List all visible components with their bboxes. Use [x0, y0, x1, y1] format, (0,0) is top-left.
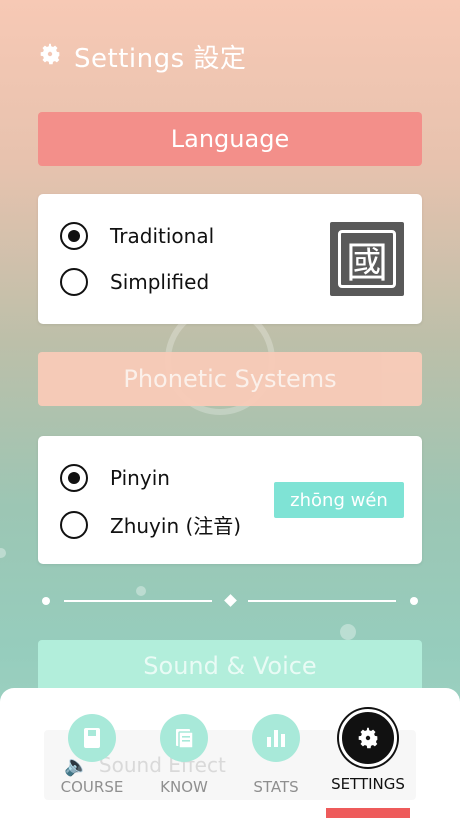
tab-know[interactable]: KNOW	[138, 714, 230, 796]
divider-diamond	[224, 594, 237, 607]
bar-chart-icon	[252, 714, 300, 762]
phonetic-preview: zhōng wén	[274, 482, 404, 518]
background-dot	[340, 624, 356, 640]
background-dot	[0, 548, 6, 558]
radio-selected-dot	[68, 472, 80, 484]
tab-label: COURSE	[60, 778, 124, 796]
page-title: Settings 設定	[74, 43, 247, 74]
section-divider	[40, 590, 420, 612]
book-icon	[68, 714, 116, 762]
tab-label: KNOW	[160, 778, 208, 796]
radio-traditional[interactable]	[60, 222, 88, 250]
radio-selected-dot	[68, 230, 80, 242]
language-card: Traditional Simplified 國	[38, 194, 422, 324]
divider-line	[248, 600, 396, 602]
phonetic-section-header: Phonetic Systems	[38, 352, 422, 406]
option-label: Simplified	[110, 270, 210, 294]
radio-zhuyin[interactable]	[60, 510, 88, 539]
preview-character: 國	[338, 230, 396, 288]
phonetic-card: Pinyin Zhuyin (注音) zhōng wén	[38, 436, 422, 564]
option-label: Traditional	[110, 224, 215, 248]
option-traditional[interactable]: Traditional	[60, 222, 214, 250]
option-zhuyin[interactable]: Zhuyin (注音)	[60, 510, 241, 539]
cards-icon	[160, 714, 208, 762]
tab-label: SETTINGS	[331, 775, 405, 793]
option-label: Pinyin	[110, 466, 170, 490]
option-simplified[interactable]: Simplified	[60, 268, 209, 296]
tab-stats[interactable]: STATS	[230, 714, 322, 796]
active-tab-indicator	[326, 808, 410, 818]
option-label: Zhuyin (注音)	[110, 514, 242, 538]
option-pinyin[interactable]: Pinyin	[60, 464, 170, 492]
tab-label: STATS	[253, 778, 299, 796]
radio-pinyin[interactable]	[60, 464, 88, 492]
tab-course[interactable]: COURSE	[46, 714, 138, 796]
sound-section-header: Sound & Voice	[38, 640, 422, 692]
page-header: Settings 設定	[38, 38, 246, 74]
character-preview: 國	[330, 222, 404, 296]
divider-line	[64, 600, 212, 602]
divider-dot	[42, 597, 50, 605]
tab-settings[interactable]: SETTINGS	[322, 709, 414, 793]
radio-simplified[interactable]	[60, 268, 88, 296]
language-section-header: Language	[38, 112, 422, 166]
gear-icon	[339, 709, 397, 767]
gear-icon	[38, 42, 62, 71]
divider-dot	[410, 597, 418, 605]
